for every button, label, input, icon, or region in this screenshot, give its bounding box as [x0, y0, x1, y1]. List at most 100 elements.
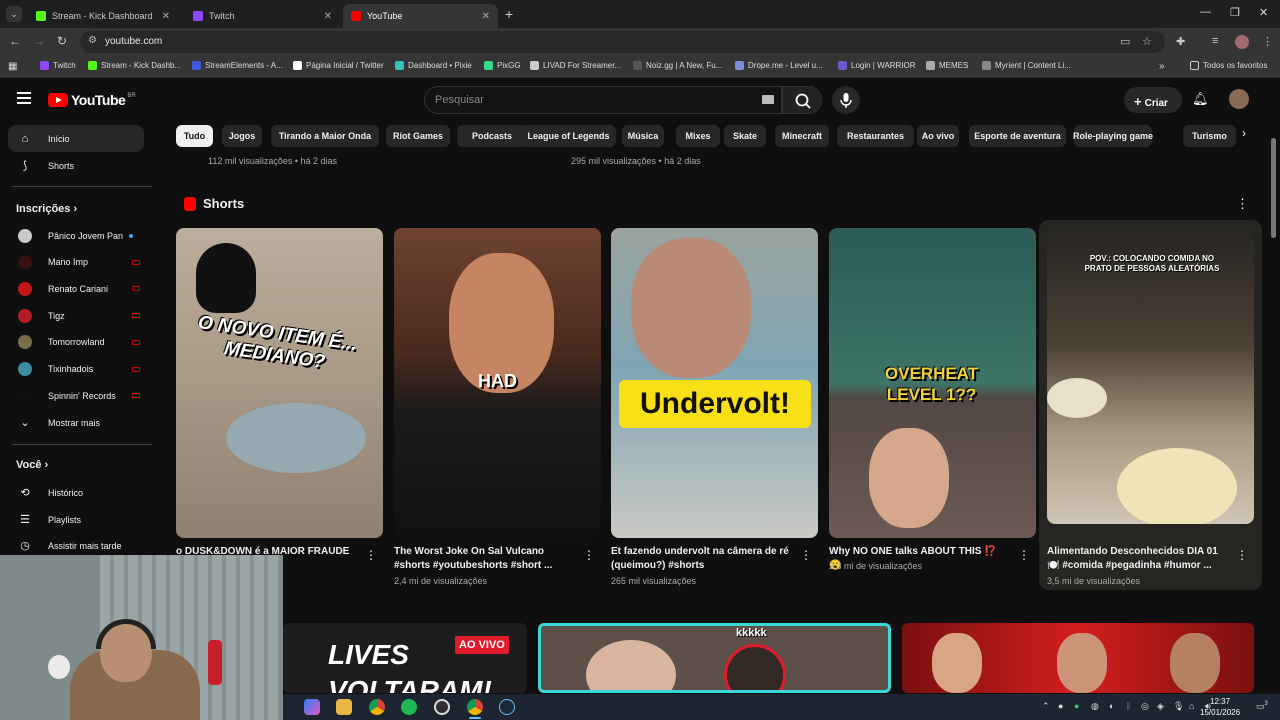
tab-list-icon[interactable]: ⌄	[6, 6, 22, 22]
tray-app-icon[interactable]: ●	[1074, 701, 1079, 711]
filter-chip[interactable]: Ao vivo	[917, 125, 959, 147]
bookmark-item[interactable]: MEMES	[926, 61, 968, 70]
bookmark-item[interactable]: Noiz.gg | A New, Fu...	[633, 61, 722, 70]
filter-chip[interactable]: Turismo	[1183, 125, 1236, 147]
bookmark-item[interactable]: Página Inicial / Twitter	[293, 61, 384, 70]
sidebar-channel[interactable]: Renato Cariani	[8, 275, 144, 302]
filter-chip[interactable]: Role-playing game	[1073, 125, 1153, 147]
menu-icon[interactable]: ⋮	[1262, 35, 1273, 48]
reload-icon[interactable]: ↻	[57, 34, 67, 48]
account-avatar[interactable]	[1229, 89, 1249, 109]
bookmark-item[interactable]: Login | WARRIOR	[838, 61, 915, 70]
filter-chip[interactable]: Tirando a Maior Onda	[271, 125, 379, 147]
short-thumbnail[interactable]: POV.: COLOCANDO COMIDA NO PRATO DE PESSO…	[1047, 228, 1254, 524]
file-explorer-icon[interactable]	[336, 699, 352, 715]
notifications-bell-icon[interactable]: 🔔︎	[1192, 91, 1209, 107]
bookmark-item[interactable]: Drope.me - Level u...	[735, 61, 823, 70]
tab-search-icon[interactable]: ≡	[1212, 35, 1218, 47]
youtube-logo[interactable]: YouTube BR	[48, 92, 136, 108]
sidebar-item-shorts[interactable]: ⟆ Shorts	[8, 152, 144, 179]
site-info-icon[interactable]: ⚙	[88, 35, 97, 46]
close-tab-icon[interactable]: ✕	[162, 11, 170, 22]
tab-kick[interactable]: Stream - Kick Dashboard ✕	[28, 4, 178, 28]
minimize-icon[interactable]: —	[1200, 6, 1211, 18]
chrome-icon[interactable]	[369, 699, 385, 715]
spotify-icon[interactable]	[401, 699, 417, 715]
filter-chip[interactable]: Tudo	[176, 125, 213, 147]
create-button[interactable]: + Criar	[1124, 87, 1182, 113]
filter-chip[interactable]: Podcasts	[457, 125, 527, 147]
sidebar-item-show-more[interactable]: ⌄ Mostrar mais	[8, 409, 144, 436]
back-icon[interactable]: ←	[9, 34, 21, 48]
bookmark-item[interactable]: Myrient | Content Li...	[982, 61, 1071, 70]
more-options-icon[interactable]: ⋮	[1018, 548, 1030, 562]
filter-chip[interactable]: Restaurantes	[837, 125, 914, 147]
bookmark-item[interactable]: PixGG	[484, 61, 521, 70]
close-window-icon[interactable]: ✕	[1259, 6, 1268, 19]
restore-icon[interactable]: ❐	[1230, 6, 1240, 19]
extensions-icon[interactable]: ✚	[1176, 35, 1185, 48]
bluetooth-icon[interactable]: ᛒ	[1126, 701, 1131, 711]
sidebar-channel[interactable]: Tomorrowland	[8, 329, 144, 356]
sidebar-channel[interactable]: Tixinhadois	[8, 356, 144, 383]
bookmark-item[interactable]: StreamElements - A...	[192, 61, 283, 70]
filter-chip[interactable]: Riot Games	[386, 125, 450, 147]
sidebar-channel[interactable]: Pânico Jovem Pan	[8, 222, 144, 249]
close-tab-icon[interactable]: ✕	[324, 11, 332, 22]
tray-app-icon[interactable]: ◐	[1109, 701, 1114, 711]
apps-icon[interactable]: ▦	[8, 61, 17, 72]
filter-chip[interactable]: Minecraft	[775, 125, 829, 147]
obs-icon[interactable]	[434, 699, 450, 715]
chevron-right-icon[interactable]: ›	[1242, 126, 1246, 140]
more-options-icon[interactable]: ⋮	[1236, 548, 1248, 562]
microphone-tray-icon[interactable]: 🎙︎	[1173, 701, 1184, 712]
short-title[interactable]: Alimentando Desconhecidos DIA 01 🍽️ #com…	[1047, 545, 1227, 573]
tab-twitch[interactable]: Twitch ✕	[185, 4, 340, 28]
sidebar-item-history[interactable]: ⟲ Histórico	[8, 479, 144, 506]
short-thumbnail[interactable]: O NOVO ITEM É... MEDIANO?	[176, 228, 383, 538]
sidebar-channel[interactable]: Tigz	[8, 302, 144, 329]
sidebar-channel[interactable]: Mano Imp	[8, 249, 144, 276]
more-options-icon[interactable]: ⋮	[800, 548, 812, 562]
short-thumbnail[interactable]: Undervolt!	[611, 228, 818, 538]
bookmark-star-icon[interactable]: ☆	[1142, 35, 1152, 48]
tray-app-icon[interactable]: ◈	[1157, 701, 1164, 712]
all-favorites[interactable]: Todos os favoritos	[1190, 61, 1267, 70]
tray-app-icon[interactable]: ●	[1058, 701, 1063, 711]
filter-chip[interactable]: Esporte de aventura	[969, 125, 1066, 147]
sidebar-item-playlists[interactable]: ☰ Playlists	[8, 506, 144, 533]
keyboard-icon[interactable]	[762, 95, 774, 104]
network-icon[interactable]: ⌂	[1189, 701, 1194, 711]
forward-icon[interactable]: →	[33, 34, 45, 48]
more-options-icon[interactable]: ⋮	[365, 548, 377, 562]
search-button[interactable]	[782, 86, 822, 114]
chrome-active-icon[interactable]	[467, 699, 483, 715]
bookmark-item[interactable]: Stream - Kick Dashb...	[88, 61, 181, 70]
subscriptions-header[interactable]: Inscrições ›	[16, 203, 77, 215]
tray-app-icon[interactable]: ◍	[1091, 701, 1099, 712]
page-scrollbar[interactable]	[1271, 138, 1276, 238]
taskbar-clock[interactable]: 12:37 15/01/2026	[1200, 696, 1240, 718]
shorts-more-options-icon[interactable]: ⋮	[1236, 196, 1249, 212]
video-thumbnail[interactable]: kkkkk	[538, 623, 891, 693]
short-thumbnail[interactable]: HAD	[394, 228, 601, 538]
bookmark-item[interactable]: LIVAD For Streamer...	[530, 61, 621, 70]
you-header[interactable]: Você ›	[16, 459, 48, 471]
copilot-icon[interactable]	[304, 699, 320, 715]
more-bookmarks-icon[interactable]: »	[1159, 61, 1165, 72]
notifications-icon[interactable]: ▭3	[1256, 701, 1268, 712]
sidebar-item-home[interactable]: ⌂ Início	[8, 125, 144, 152]
filter-chip[interactable]: Skate	[724, 125, 766, 147]
more-options-icon[interactable]: ⋮	[583, 548, 595, 562]
profile-avatar-icon[interactable]	[1235, 35, 1249, 49]
short-title[interactable]: The Worst Joke On Sal Vulcano #shorts #y…	[394, 545, 574, 573]
voice-search-button[interactable]	[832, 86, 860, 114]
filter-chip[interactable]: League of Legends	[521, 125, 616, 147]
video-thumbnail[interactable]: LIVES VOLTARAM! AO VIVO	[283, 623, 527, 693]
filter-chip[interactable]: Jogos	[222, 125, 262, 147]
guide-menu-icon[interactable]	[17, 92, 31, 104]
short-title[interactable]: Et fazendo undervolt na câmera de ré (qu…	[611, 545, 791, 573]
short-thumbnail[interactable]: OVERHEAT LEVEL 1??	[829, 228, 1036, 538]
bookmark-item[interactable]: Twitch	[40, 61, 76, 70]
video-thumbnail[interactable]	[902, 623, 1254, 693]
